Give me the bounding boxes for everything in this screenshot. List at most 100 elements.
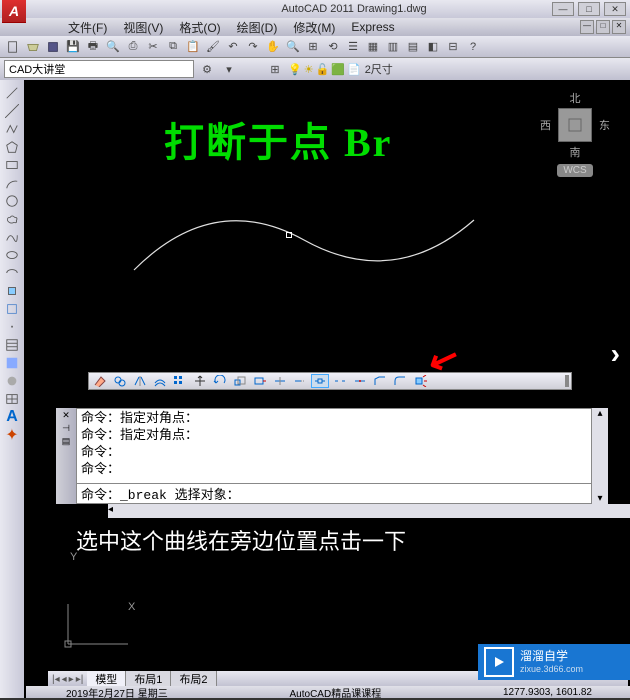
cmd-recent-icon[interactable]: ▤ bbox=[62, 436, 71, 447]
wcs-badge[interactable]: WCS bbox=[557, 164, 592, 177]
preview-icon[interactable]: 🔍 bbox=[104, 38, 122, 56]
menu-express[interactable]: Express bbox=[343, 20, 402, 34]
minimize-button[interactable]: — bbox=[552, 2, 574, 16]
cmd-pin-icon[interactable]: ⊣ bbox=[62, 423, 70, 434]
saveas-icon[interactable]: 💾 bbox=[64, 38, 82, 56]
fillet-icon[interactable] bbox=[391, 374, 409, 388]
command-history[interactable]: 命令：指定对角点： 命令：指定对角点： 命令： 命令： bbox=[77, 409, 591, 483]
array-icon[interactable] bbox=[171, 374, 189, 388]
help-icon[interactable]: ? bbox=[464, 38, 482, 56]
break-icon[interactable] bbox=[331, 374, 349, 388]
redo-icon[interactable]: ↷ bbox=[244, 38, 262, 56]
cmd-close-icon[interactable]: ✕ bbox=[62, 410, 70, 421]
app-icon[interactable]: A bbox=[2, 0, 26, 23]
command-hscroll[interactable]: ◂▸ bbox=[108, 504, 630, 518]
open-icon[interactable] bbox=[24, 38, 42, 56]
copy-obj-icon[interactable] bbox=[111, 374, 129, 388]
new-icon[interactable] bbox=[4, 38, 22, 56]
command-vscroll[interactable]: ▴▾ bbox=[592, 408, 608, 504]
insert-icon[interactable] bbox=[3, 282, 21, 300]
break-at-point-icon[interactable] bbox=[311, 374, 329, 388]
pan-icon[interactable]: ✋ bbox=[264, 38, 282, 56]
offset-icon[interactable] bbox=[151, 374, 169, 388]
ellipse-arc-icon[interactable] bbox=[3, 264, 21, 282]
rotate-icon[interactable] bbox=[211, 374, 229, 388]
region-icon[interactable] bbox=[3, 372, 21, 390]
layer-dropdown[interactable]: CAD大讲堂 bbox=[4, 60, 194, 78]
drawing-canvas[interactable]: 打断于点 Br 北 西 东 南 WCS ↙ bbox=[24, 80, 630, 698]
doc-close[interactable]: ✕ bbox=[612, 20, 626, 34]
zoom-window-icon[interactable]: ⊞ bbox=[304, 38, 322, 56]
doc-minimize[interactable]: — bbox=[580, 20, 594, 34]
zoom-icon[interactable]: 🔍 bbox=[284, 38, 302, 56]
match-icon[interactable]: 🖌 bbox=[204, 38, 222, 56]
design-center-icon[interactable]: ▦ bbox=[364, 38, 382, 56]
publish-icon[interactable]: ⎙ bbox=[124, 38, 142, 56]
tab-last-icon[interactable]: ▸| bbox=[76, 674, 84, 685]
addselected-icon[interactable]: ✦ bbox=[3, 426, 21, 444]
trim-icon[interactable] bbox=[271, 374, 289, 388]
block-icon[interactable] bbox=[3, 300, 21, 318]
stretch-icon[interactable] bbox=[251, 374, 269, 388]
tab-first-icon[interactable]: |◂ bbox=[52, 674, 60, 685]
hatch-icon[interactable] bbox=[3, 336, 21, 354]
copy-icon[interactable]: ⧉ bbox=[164, 38, 182, 56]
plot-icon[interactable]: 🖶 bbox=[84, 38, 102, 56]
polygon-icon[interactable] bbox=[3, 138, 21, 156]
next-chevron-icon[interactable]: › bbox=[611, 338, 620, 370]
viewcube-west[interactable]: 西 bbox=[540, 117, 551, 133]
undo-icon[interactable]: ↶ bbox=[224, 38, 242, 56]
ref-icon[interactable]: ⊞ bbox=[266, 60, 284, 78]
layer-props-icon[interactable]: ⚙ bbox=[198, 60, 216, 78]
table-icon[interactable] bbox=[3, 390, 21, 408]
viewcube-south[interactable]: 南 bbox=[540, 144, 610, 160]
viewcube-top[interactable] bbox=[558, 108, 592, 142]
line-icon[interactable] bbox=[3, 84, 21, 102]
markup-icon[interactable]: ◧ bbox=[424, 38, 442, 56]
save-icon[interactable] bbox=[44, 38, 62, 56]
tab-next-icon[interactable]: ▸ bbox=[69, 674, 74, 685]
tab-prev-icon[interactable]: ◂ bbox=[62, 674, 67, 685]
rectangle-icon[interactable] bbox=[3, 156, 21, 174]
chamfer-icon[interactable] bbox=[371, 374, 389, 388]
ellipse-icon[interactable] bbox=[3, 246, 21, 264]
move-icon[interactable] bbox=[191, 374, 209, 388]
paste-icon[interactable]: 📋 bbox=[184, 38, 202, 56]
join-icon[interactable] bbox=[351, 374, 369, 388]
xline-icon[interactable] bbox=[3, 102, 21, 120]
viewcube-east[interactable]: 东 bbox=[599, 117, 610, 133]
gradient-icon[interactable] bbox=[3, 354, 21, 372]
command-input[interactable]: 命令：_break 选择对象： bbox=[77, 483, 591, 503]
arc-icon[interactable] bbox=[3, 174, 21, 192]
maximize-button[interactable]: □ bbox=[578, 2, 600, 16]
doc-maximize[interactable]: □ bbox=[596, 20, 610, 34]
spline-icon[interactable] bbox=[3, 228, 21, 246]
tab-layout2[interactable]: 布局2 bbox=[171, 671, 216, 687]
sheet-icon[interactable]: ▤ bbox=[404, 38, 422, 56]
properties-icon[interactable]: ☰ bbox=[344, 38, 362, 56]
revcloud-icon[interactable] bbox=[3, 210, 21, 228]
close-button[interactable]: ✕ bbox=[604, 2, 626, 16]
spline-curve[interactable] bbox=[124, 200, 484, 280]
menu-draw[interactable]: 绘图(D) bbox=[229, 19, 286, 36]
extend-icon[interactable] bbox=[291, 374, 309, 388]
mtext-icon[interactable]: A bbox=[3, 408, 21, 426]
tool-palette-icon[interactable]: ▥ bbox=[384, 38, 402, 56]
cut-icon[interactable]: ✂ bbox=[144, 38, 162, 56]
toolbar-close-icon[interactable] bbox=[565, 375, 569, 387]
circle-icon[interactable] bbox=[3, 192, 21, 210]
explode-icon[interactable] bbox=[411, 374, 429, 388]
viewcube-north[interactable]: 北 bbox=[540, 90, 610, 106]
mirror-icon[interactable] bbox=[131, 374, 149, 388]
point-icon[interactable]: · bbox=[3, 318, 21, 336]
layer-filter-icon[interactable]: ▾ bbox=[220, 60, 238, 78]
erase-icon[interactable] bbox=[91, 374, 109, 388]
zoom-prev-icon[interactable]: ⟲ bbox=[324, 38, 342, 56]
scale-icon[interactable] bbox=[231, 374, 249, 388]
menu-modify[interactable]: 修改(M) bbox=[285, 19, 343, 36]
viewcube[interactable]: 北 西 东 南 WCS bbox=[540, 90, 610, 177]
menu-format[interactable]: 格式(O) bbox=[171, 19, 228, 36]
menu-file[interactable]: 文件(F) bbox=[60, 19, 115, 36]
calc-icon[interactable]: ⊟ bbox=[444, 38, 462, 56]
menu-view[interactable]: 视图(V) bbox=[115, 19, 171, 36]
